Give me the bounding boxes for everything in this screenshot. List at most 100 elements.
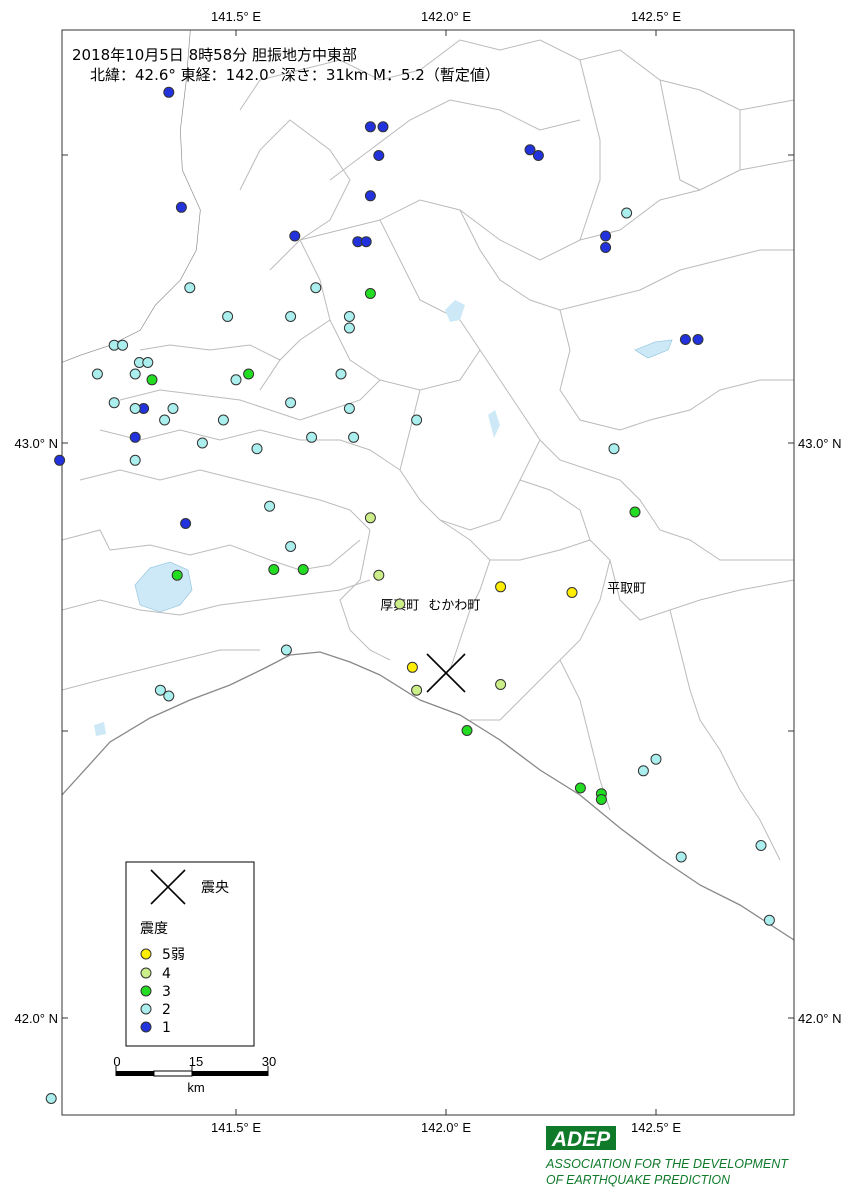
station-marker-intensity-5weak: [495, 581, 507, 593]
station-marker-intensity-1: [373, 150, 385, 161]
scale-seg-3: [192, 1071, 268, 1076]
scale-label-0: 0: [113, 1054, 120, 1069]
station-marker-intensity-3: [364, 288, 376, 299]
title-line-1: 2018年10月5日 8時58分 胆振地方中東部: [72, 46, 357, 64]
station-marker-intensity-2: [763, 914, 775, 926]
station-marker-intensity-2: [650, 753, 662, 765]
station-marker-intensity-2: [230, 374, 242, 386]
station-marker-intensity-2: [755, 840, 767, 851]
lon-tick-label-bottom-3: 142.5° E: [631, 1120, 681, 1135]
scale-seg-1: [116, 1071, 154, 1076]
station-marker-intensity-2: [637, 765, 649, 777]
station-marker-intensity-2: [129, 403, 141, 414]
station-marker-intensity-2: [108, 397, 120, 409]
station-marker-intensity-2: [348, 431, 360, 443]
legend-label-3: 3: [162, 984, 171, 1000]
lon-tick-label-top-1: 141.5° E: [211, 9, 261, 24]
station-marker-intensity-2: [335, 368, 347, 380]
station-marker-intensity-2: [285, 311, 297, 322]
station-marker-intensity-2: [163, 690, 175, 702]
station-marker-intensity-5weak: [406, 661, 418, 673]
station-marker-intensity-2: [167, 403, 179, 414]
station-marker-intensity-1: [364, 190, 376, 202]
station-marker-intensity-3: [297, 564, 309, 575]
station-marker-intensity-1: [129, 431, 141, 443]
station-marker-intensity-1: [175, 201, 187, 213]
lat-tick-label-left-2: 42.0° N: [14, 1011, 58, 1026]
station-marker-intensity-3: [243, 368, 255, 380]
station-marker-intensity-2: [91, 368, 103, 380]
town-label-biratori: 平取町: [607, 582, 646, 597]
adep-logo: ADEP ASSOCIATION FOR THE DEVELOPMENT OF …: [545, 1126, 789, 1187]
station-marker-intensity-1: [600, 242, 612, 253]
station-marker-intensity-1: [364, 121, 376, 133]
legend-swatch-2: [140, 1003, 152, 1015]
station-marker-intensity-2: [264, 500, 276, 512]
map: 141.5° E 142.0° E 142.5° E 141.5° E 142.…: [14, 9, 842, 1187]
scale-label-15: 15: [189, 1054, 203, 1069]
station-marker-intensity-2: [45, 1093, 57, 1104]
legend: 震央 震度 5弱 4 3 2 1: [125, 861, 255, 1047]
station-marker-intensity-2: [142, 357, 154, 368]
lon-tick-label-bottom-1: 141.5° E: [211, 1120, 261, 1135]
station-marker-intensity-2: [343, 403, 355, 414]
station-marker-intensity-1: [600, 230, 612, 242]
station-marker-intensity-5weak: [566, 587, 578, 598]
title-line-2: 北緯：42.6° 東経：142.0° 深さ：31km M：5.2（暫定値）: [90, 66, 500, 84]
lon-tick-label-top-3: 142.5° E: [631, 9, 681, 24]
station-marker-intensity-1: [532, 150, 544, 161]
station-marker-intensity-2: [117, 339, 129, 351]
station-marker-intensity-4: [394, 598, 406, 610]
legend-swatch-5-weak: [140, 948, 152, 960]
scale-label-30: 30: [262, 1054, 276, 1069]
station-marker-intensity-2: [306, 431, 318, 443]
lon-tick-label-bottom-2: 142.0° E: [421, 1120, 471, 1135]
station-marker-intensity-2: [184, 282, 196, 294]
lat-tick-label-left-1: 43.0° N: [14, 436, 58, 451]
scale-seg-2: [153, 1070, 193, 1077]
lat-tick-label-right-2: 42.0° N: [798, 1011, 842, 1026]
station-marker-intensity-2: [251, 443, 263, 455]
legend-intensity-title: 震度: [140, 921, 168, 937]
legend-swatch-1: [140, 1021, 152, 1033]
legend-label-5-weak: 5弱: [162, 947, 185, 963]
station-marker-intensity-3: [574, 782, 586, 794]
lat-tick-label-right-1: 43.0° N: [798, 436, 842, 451]
station-marker-intensity-4: [411, 684, 423, 696]
station-marker-intensity-2: [222, 311, 234, 322]
station-marker-intensity-3: [268, 564, 280, 575]
station-marker-intensity-4: [495, 679, 507, 690]
scale-unit-label: km: [187, 1080, 204, 1095]
station-marker-intensity-1: [180, 518, 192, 529]
adep-logo-mark: ADEP: [551, 1128, 611, 1151]
legend-swatch-3: [140, 985, 152, 997]
station-marker-intensity-2: [343, 311, 355, 322]
station-marker-intensity-2: [129, 454, 141, 466]
station-marker-intensity-1: [54, 454, 66, 466]
legend-label-1: 1: [162, 1020, 171, 1036]
legend-label-4: 4: [162, 966, 171, 982]
station-marker-intensity-1: [289, 230, 301, 242]
station-marker-intensity-3: [171, 569, 183, 581]
station-marker-intensity-3: [595, 794, 607, 805]
town-label-mukawa: むかわ町: [428, 599, 480, 614]
station-marker-intensity-2: [343, 322, 355, 334]
station-marker-intensity-3: [629, 506, 641, 518]
station-marker-intensity-2: [280, 644, 292, 656]
legend-swatch-4: [140, 967, 152, 979]
station-marker-intensity-2: [285, 541, 297, 552]
station-marker-intensity-2: [129, 368, 141, 380]
station-marker-intensity-3: [461, 725, 473, 736]
station-marker-intensity-2: [310, 282, 322, 294]
station-marker-intensity-1: [377, 121, 389, 133]
station-marker-intensity-1: [679, 334, 691, 345]
station-marker-intensity-2: [285, 397, 297, 409]
station-marker-intensity-1: [692, 334, 704, 345]
legend-label-2: 2: [162, 1002, 171, 1018]
station-marker-intensity-2: [608, 443, 620, 455]
station-marker-intensity-4: [373, 569, 385, 581]
station-marker-intensity-2: [675, 851, 687, 863]
station-marker-intensity-1: [163, 86, 175, 98]
station-marker-intensity-4: [364, 512, 376, 524]
adep-logo-line-2: OF EARTHQUAKE PREDICTION: [546, 1172, 731, 1187]
